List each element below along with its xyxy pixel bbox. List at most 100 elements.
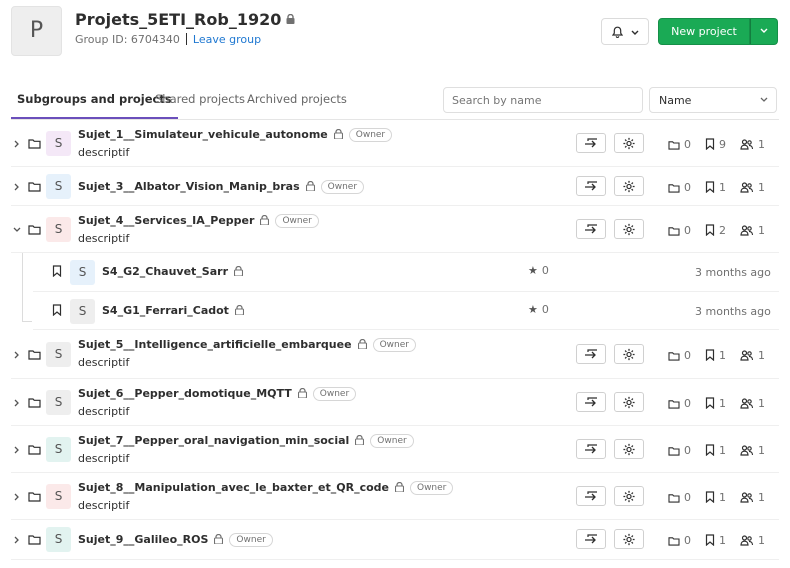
leave-button[interactable]: [576, 219, 606, 239]
bookmark-icon: [705, 397, 715, 410]
chevron-right-icon[interactable]: [13, 351, 21, 359]
lock-icon: [214, 533, 224, 545]
subgroup-row[interactable]: S Sujet_4__Services_IA_Pepper Owner descrip…: [11, 206, 779, 253]
role-badge: Owner: [312, 387, 357, 401]
role-badge: Owner: [348, 128, 393, 142]
count-value: 0: [684, 181, 691, 194]
leave-group-link[interactable]: Leave group: [193, 33, 261, 46]
subgroup-row[interactable]: S Sujet_9__Galileo_ROS Owner 0 1 1: [11, 520, 779, 560]
group-name: Projets_5ETI_Rob_1920: [75, 10, 282, 29]
star-count: 0: [541, 264, 549, 277]
subgroup-row[interactable]: S Sujet_7__Pepper_oral_navigation_min_soc…: [11, 426, 779, 473]
settings-button[interactable]: [614, 529, 644, 549]
tab-shared-projects[interactable]: Shared projects: [155, 83, 245, 119]
chevron-down-icon[interactable]: [13, 226, 21, 234]
subgroup-title[interactable]: Sujet_8__Manipulation_avec_le_baxter_et_…: [78, 481, 454, 495]
projects-count: 1: [705, 534, 726, 547]
role-badge: Owner: [370, 434, 414, 448]
subgroup-title[interactable]: Sujet_9__Galileo_ROS Owner: [78, 533, 273, 547]
settings-button[interactable]: [614, 219, 644, 239]
project-title[interactable]: S4_G1_Ferrari_Cadot: [102, 304, 245, 317]
tree-line: [22, 253, 23, 321]
count-value: 1: [719, 181, 726, 194]
lock-icon: [260, 214, 270, 226]
subgroup-description: descriptif: [78, 146, 130, 159]
subgroup-name: Sujet_8__Manipulation_avec_le_baxter_et_…: [78, 481, 389, 494]
chevron-right-icon[interactable]: [13, 536, 21, 544]
subgroup-row[interactable]: S Sujet_3__Albator_Vision_Manip_bras Owner…: [11, 167, 779, 206]
role-badge: Owner: [229, 533, 273, 547]
chevron-right-icon[interactable]: [13, 446, 21, 454]
group-avatar: P: [11, 6, 62, 56]
tab-archived-projects[interactable]: Archived projects: [247, 83, 347, 119]
chevron-right-icon[interactable]: [13, 493, 21, 501]
settings-button[interactable]: [614, 439, 644, 459]
chevron-right-icon[interactable]: [13, 183, 21, 191]
subgroup-row[interactable]: S Sujet_5__Intelligence_artificielle_emba…: [11, 330, 779, 379]
gear-icon: [623, 490, 635, 503]
leave-button[interactable]: [576, 133, 606, 153]
subgroup-title[interactable]: Sujet_6__Pepper_domotique_MQTT Owner: [78, 387, 357, 401]
gear-icon: [623, 348, 635, 361]
chevron-right-icon[interactable]: [13, 399, 21, 407]
notification-button[interactable]: [601, 18, 649, 45]
group-meta: Group ID: 6704340 Leave group: [75, 33, 261, 46]
subgroups-count: 0: [668, 397, 691, 410]
leave-button[interactable]: [576, 529, 606, 549]
settings-button[interactable]: [614, 176, 644, 196]
project-updated: 3 months ago: [695, 305, 771, 318]
projects-count: 1: [705, 491, 726, 504]
project-row[interactable]: S S4_G2_Chauvet_Sarr ★ 0 3 months ago: [33, 253, 779, 292]
subgroup-avatar: S: [46, 174, 71, 199]
count-value: 1: [758, 349, 765, 362]
count-value: 1: [719, 349, 726, 362]
leave-button[interactable]: [576, 486, 606, 506]
subgroup-name: Sujet_9__Galileo_ROS: [78, 533, 209, 546]
project-row[interactable]: S S4_G1_Ferrari_Cadot ★ 0 3 months ago: [33, 292, 779, 330]
folder-icon: [28, 350, 41, 360]
subgroups-count: 0: [668, 534, 691, 547]
subgroup-description: descriptif: [78, 232, 130, 245]
subgroup-title[interactable]: Sujet_5__Intelligence_artificielle_embar…: [78, 338, 416, 352]
settings-button[interactable]: [614, 486, 644, 506]
bookmark-icon: [705, 224, 715, 237]
subgroup-title[interactable]: Sujet_3__Albator_Vision_Manip_bras Owner: [78, 180, 365, 194]
new-project-button[interactable]: New project: [658, 18, 750, 45]
role-badge: Owner: [320, 180, 365, 194]
bookmark-icon: [705, 491, 715, 504]
count-value: 2: [719, 224, 726, 237]
chevron-down-icon: [760, 97, 768, 102]
subgroup-row[interactable]: S Sujet_6__Pepper_domotique_MQTT Owner desc…: [11, 379, 779, 426]
settings-button[interactable]: [614, 344, 644, 364]
leave-button[interactable]: [576, 344, 606, 364]
subgroup-name: Sujet_4__Services_IA_Pepper: [78, 214, 255, 227]
count-value: 1: [758, 534, 765, 547]
subgroup-title[interactable]: Sujet_1__Simulateur_vehicule_autonome Own…: [78, 128, 393, 142]
count-value: 0: [684, 491, 691, 504]
group-id: Group ID: 6704340: [75, 33, 180, 46]
settings-button[interactable]: [614, 133, 644, 153]
subgroup-row[interactable]: S Sujet_8__Manipulation_avec_le_baxter_et…: [11, 473, 779, 520]
subgroup-title[interactable]: Sujet_7__Pepper_oral_navigation_min_soci…: [78, 434, 414, 448]
subgroup-title[interactable]: Sujet_4__Services_IA_Pepper Owner: [78, 214, 319, 228]
subgroup-description: descriptif: [78, 405, 130, 418]
subgroups-count: 0: [668, 138, 691, 151]
project-title[interactable]: S4_G2_Chauvet_Sarr: [102, 265, 244, 278]
leave-button[interactable]: [576, 439, 606, 459]
role-badge: Owner: [275, 214, 319, 228]
new-project-dropdown-toggle[interactable]: [750, 18, 778, 45]
tab-subgroups-and-projects[interactable]: Subgroups and projects: [11, 83, 178, 119]
lock-icon: [394, 481, 405, 493]
leave-icon: [585, 138, 597, 148]
sort-select[interactable]: Name: [649, 87, 777, 113]
leave-button[interactable]: [576, 392, 606, 412]
subgroup-avatar: S: [46, 437, 71, 462]
settings-button[interactable]: [614, 392, 644, 412]
search-input[interactable]: [443, 87, 643, 113]
chevron-right-icon[interactable]: [13, 140, 21, 148]
star-icon: ★: [528, 264, 538, 277]
leave-button[interactable]: [576, 176, 606, 196]
subgroup-avatar: S: [46, 342, 71, 367]
subgroup-row[interactable]: S Sujet_1__Simulateur_vehicule_autonome Ow…: [11, 120, 779, 167]
members-count: 1: [740, 397, 765, 410]
